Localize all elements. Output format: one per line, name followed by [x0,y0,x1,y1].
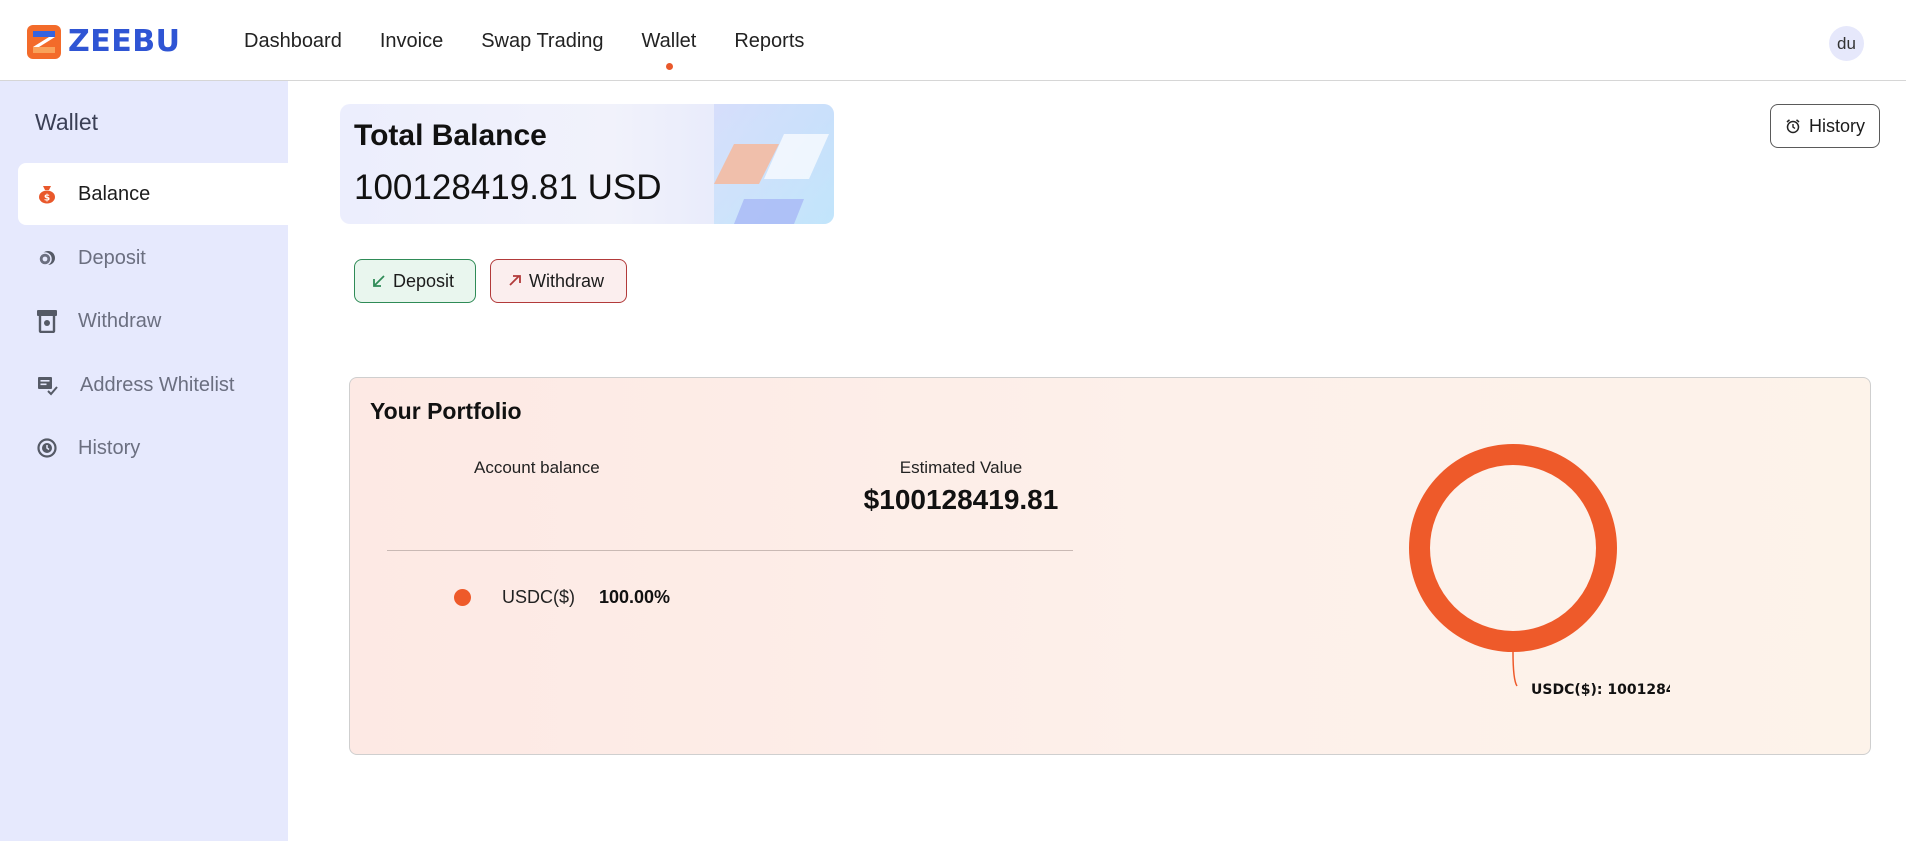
clock-history-icon [36,437,58,459]
zeebu-logo[interactable]: ZEEBU [27,24,180,59]
asset-name: USDC($) [502,587,576,607]
sidebar-item-label: Balance [78,182,151,205]
total-balance-title: Total Balance [354,119,547,152]
money-bag-icon: $ [36,183,58,205]
svg-text:$: $ [44,194,50,204]
sidebar-item-address-whitelist[interactable]: Address Whitelist [18,354,288,416]
sidebar-item-deposit[interactable]: Deposit [18,227,288,289]
atm-icon [36,310,58,333]
top-header: ZEEBU Dashboard Invoice Swap Trading Wal… [0,0,1906,81]
account-balance-label: Account balance [474,458,600,477]
portfolio-divider [387,550,1073,551]
nav-swap-trading[interactable]: Swap Trading [481,30,603,53]
asset-percent: 100.00% [599,587,671,607]
nav-reports[interactable]: Reports [734,30,804,53]
sidebar-title: Wallet [35,109,99,135]
portfolio-donut-chart: USDC($): 100128419.81 [1409,444,1670,698]
portfolio-title: Your Portfolio [370,398,522,424]
checklist-icon [36,374,58,396]
withdraw-button[interactable]: Withdraw [490,259,627,303]
nav-dashboard[interactable]: Dashboard [244,30,342,53]
sidebar-item-balance[interactable]: $ Balance [18,163,288,225]
deposit-button[interactable]: Deposit [354,259,476,303]
zeebu-logo-icon [27,24,61,59]
main-nav: Dashboard Invoice Swap Trading Wallet Re… [244,30,842,70]
alarm-clock-icon [1785,118,1801,134]
portfolio-card: Your Portfolio Account balance Estimated… [349,377,1871,755]
sidebar-item-label: History [78,436,141,459]
sidebar-item-label: Deposit [78,246,146,269]
donut-slice-usdc[interactable] [1409,444,1617,652]
sidebar-item-label: Address Whitelist [80,373,235,396]
total-balance-card: Total Balance 100128419.81 USD [340,104,834,224]
zeebu-watermark-icon [714,104,834,224]
nav-wallet[interactable]: Wallet [642,30,696,70]
history-button[interactable]: History [1770,104,1880,148]
sidebar: Wallet $ Balance Deposit Withdraw Addres… [0,81,288,841]
sidebar-item-history[interactable]: History [18,417,288,479]
total-balance-value: 100128419.81 USD [354,168,662,207]
deposit-button-label: Deposit [393,270,455,291]
estimated-value: $100128419.81 [863,484,1059,515]
arrow-up-right-icon [507,273,523,289]
estimated-value-label: Estimated Value [899,458,1023,477]
withdraw-button-label: Withdraw [529,270,605,291]
donut-label-leader-line [1512,651,1518,687]
sidebar-item-withdraw[interactable]: Withdraw [18,290,288,352]
brand-name: ZEEBU [68,24,181,59]
user-avatar[interactable]: du [1829,26,1864,61]
nav-invoice[interactable]: Invoice [380,30,443,53]
coins-icon [36,247,58,269]
donut-data-label: USDC($): 100128419.81 [1531,682,1670,698]
asset-color-dot [454,589,471,606]
history-button-label: History [1808,115,1865,136]
arrow-down-left-icon [371,273,387,289]
sidebar-item-label: Withdraw [78,309,162,332]
